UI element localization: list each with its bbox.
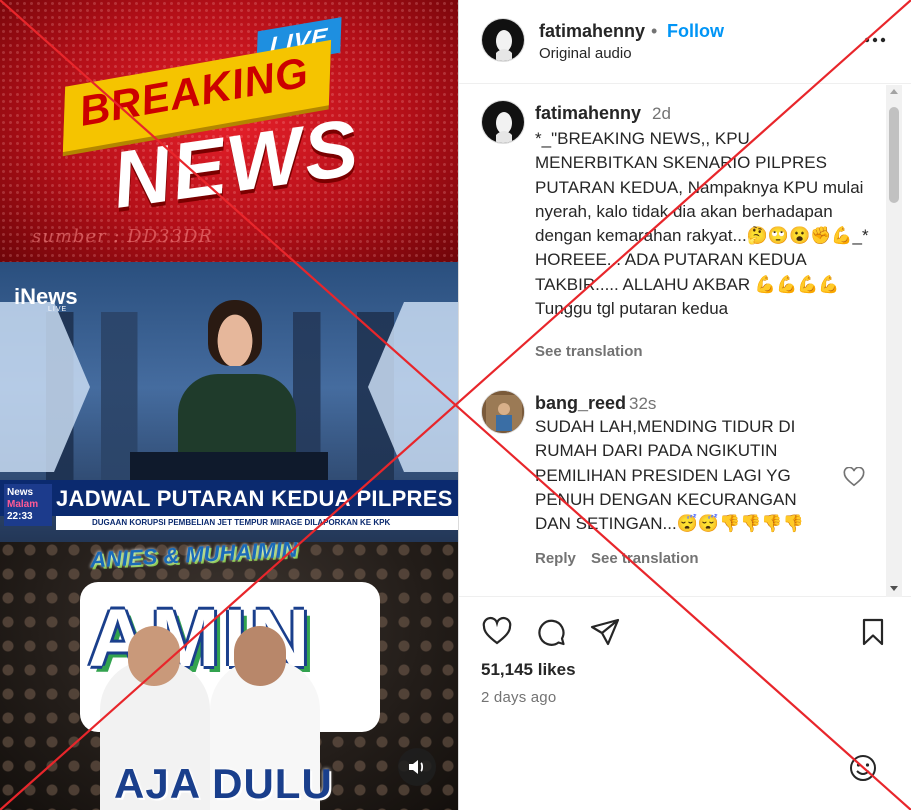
avatar-photo-icon [482, 391, 524, 433]
avatar[interactable] [481, 18, 525, 62]
speaker-icon [409, 760, 424, 774]
program-logo-bottom: Malam [7, 499, 39, 510]
program-logo: News Malam 22:33 [4, 484, 52, 526]
comments-section[interactable]: fatimahenny 2d *_"BREAKING NEWS,, KPU ME… [459, 85, 911, 597]
caption-text: *_"BREAKING NEWS,, KPU MENERBITKAN SKENA… [535, 129, 869, 319]
bookmark-icon[interactable] [857, 616, 889, 648]
news-broadcast-panel: iNews LIVE News Malam 22:33 JADWAL PUTAR… [0, 262, 458, 542]
post-sidebar: fatimahenny • Follow Original audio fati… [458, 0, 911, 810]
caption-see-translation[interactable]: See translation [535, 343, 643, 360]
candidate-right-head [234, 626, 286, 686]
share-icon[interactable] [589, 616, 621, 648]
avatar-figure-icon [482, 19, 524, 61]
program-logo-top: News [7, 487, 34, 498]
broadcast-clock: 22:33 [7, 511, 33, 522]
post-actions [459, 612, 911, 652]
post-age[interactable]: 2 days ago [481, 689, 556, 706]
broadcast-ticker: DUGAAN KORUPSI PEMBELIAN JET TEMPUR MIRA… [56, 516, 458, 530]
candidate-left-head [128, 626, 180, 686]
comment-timestamp[interactable]: 32s [629, 394, 656, 414]
reply-button[interactable]: Reply [535, 550, 576, 567]
more-horizontal-icon[interactable] [861, 30, 889, 50]
post-media[interactable]: LIVE BREAKING NEWS sumber : DD33DR iNews… [0, 0, 458, 810]
follow-button[interactable]: Follow [667, 21, 724, 42]
post-header: fatimahenny • Follow Original audio [459, 0, 911, 84]
news-anchor-head [208, 300, 262, 366]
comments-scrollbar[interactable] [886, 85, 902, 597]
original-audio-link[interactable]: Original audio [539, 45, 632, 62]
campaign-bottom-text: AJA DULU [114, 760, 333, 807]
comment-avatar[interactable] [481, 390, 525, 434]
comment-see-translation[interactable]: See translation [591, 550, 699, 567]
comment-text: SUDAH LAH,MENDING TIDUR DI RUMAH DARI PA… [535, 417, 804, 534]
breaking-news-panel: LIVE BREAKING NEWS sumber : DD33DR [0, 0, 458, 262]
scrollbar-thumb[interactable] [889, 107, 899, 203]
caption-username[interactable]: fatimahenny [535, 103, 641, 124]
emoji-icon[interactable] [847, 752, 879, 784]
comment-like-heart-icon[interactable] [843, 467, 865, 487]
avatar-figure-icon [482, 101, 524, 143]
header-username[interactable]: fatimahenny [539, 21, 645, 42]
watermark-text: sumber : DD33DR [32, 226, 213, 247]
caption-avatar[interactable] [481, 100, 525, 144]
scroll-up-arrow-icon[interactable] [890, 89, 898, 94]
scroll-down-arrow-icon[interactable] [890, 586, 898, 591]
header-separator: • [651, 21, 658, 41]
channel-sub: LIVE [48, 306, 68, 313]
channel-logo: iNews [14, 284, 78, 309]
heart-icon[interactable] [481, 616, 513, 648]
comment-icon[interactable] [535, 616, 567, 648]
likes-count[interactable]: 51,145 likes [481, 660, 576, 680]
sound-toggle-button[interactable] [398, 748, 436, 786]
broadcast-headline: JADWAL PUTARAN KEDUA PILPRES [56, 486, 453, 511]
campaign-panel: ANIES & MUHAIMIN AMIN AJA DULU [0, 542, 458, 810]
comment-username[interactable]: bang_reed [535, 393, 626, 414]
caption-timestamp[interactable]: 2d [652, 104, 671, 124]
